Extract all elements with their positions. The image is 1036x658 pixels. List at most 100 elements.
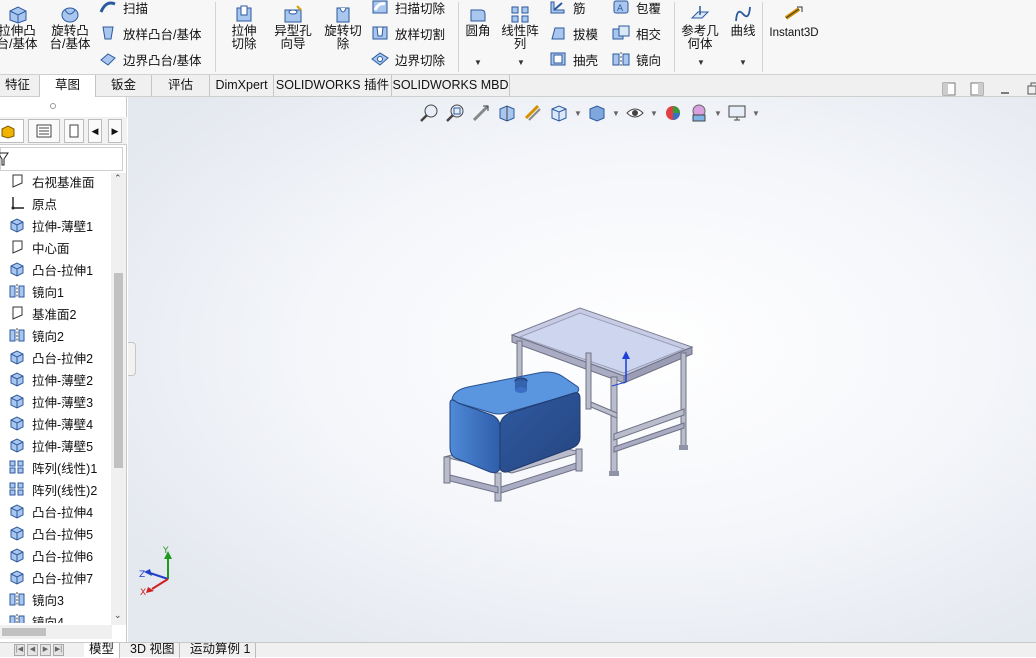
tree-item-label: 阵列(线性)2: [32, 483, 98, 498]
tree-item[interactable]: 拉伸-薄壁1: [8, 214, 93, 236]
tree-item[interactable]: 镜向2: [8, 324, 64, 346]
rib-button[interactable]: 筋: [548, 0, 586, 17]
sweep-button[interactable]: 扫描: [98, 0, 148, 17]
ref-geometry-dropdown-icon[interactable]: ▼: [697, 58, 705, 67]
tree-item[interactable]: 拉伸-薄壁5: [8, 434, 93, 456]
revolve-boss-button[interactable]: 旋转凸台/基体: [46, 4, 94, 51]
shell-label: 抽壳: [573, 53, 599, 68]
tree-scroll-thumb[interactable]: [114, 273, 123, 468]
fillet-dropdown-icon[interactable]: ▼: [474, 58, 482, 67]
panel-splitter-handle[interactable]: [50, 103, 56, 109]
tree-item[interactable]: 拉伸-薄壁3: [8, 390, 93, 412]
instant3d-button[interactable]: Instant3D: [766, 4, 822, 40]
linear-pattern-label: 线性阵列: [501, 24, 539, 51]
tree-item[interactable]: 阵列(线性)2: [8, 478, 97, 500]
tab-sheet-metal[interactable]: 钣金: [96, 75, 152, 97]
panel-tab-scroll-left[interactable]: ◀: [88, 119, 102, 143]
pattern-dropdown-icon[interactable]: ▼: [517, 58, 525, 67]
chevron-right-icon: ▶: [111, 125, 119, 136]
hole-wizard-label: 异型孔向导: [274, 24, 312, 51]
tab-property-manager[interactable]: [28, 119, 60, 143]
tab-solidworks-mbd[interactable]: SOLIDWORKS MBD: [392, 75, 510, 97]
draft-button[interactable]: 拔模: [548, 23, 598, 43]
tree-item[interactable]: 镜向1: [8, 280, 64, 302]
tile-right-button[interactable]: [968, 81, 986, 97]
pattern-icon: [8, 459, 26, 475]
tab-model[interactable]: 模型: [84, 643, 121, 658]
tab-features[interactable]: 特征: [0, 75, 40, 97]
last-tab-button[interactable]: ▶|: [53, 644, 64, 656]
tree-item[interactable]: 凸台-拉伸6: [8, 544, 93, 566]
curves-button[interactable]: 曲线: [726, 4, 760, 38]
property-manager-icon: [36, 124, 52, 138]
tree-item[interactable]: 镜向4: [8, 610, 64, 623]
wrap-button[interactable]: A 包覆: [611, 0, 661, 17]
extrude-boss-button[interactable]: 拉伸凸台/基体: [0, 4, 40, 51]
tree-item-label: 镜向3: [32, 593, 64, 608]
loft-boss-label: 放样凸台/基体: [123, 27, 202, 42]
tile-left-button[interactable]: [940, 81, 958, 97]
intersect-button[interactable]: 相交: [611, 23, 661, 43]
tree-item[interactable]: 凸台-拉伸4: [8, 500, 93, 522]
first-tab-button[interactable]: |◀: [14, 644, 25, 656]
tree-filter-row[interactable]: [0, 147, 123, 171]
tree-item[interactable]: 凸台-拉伸1: [8, 258, 93, 280]
hole-wizard-button[interactable]: 异型孔向导: [270, 4, 316, 51]
boundary-cut-button[interactable]: 边界切除: [370, 49, 445, 69]
mirror-button[interactable]: 镜向: [611, 49, 661, 69]
tree-item-label: 凸台-拉伸6: [32, 549, 94, 564]
tree-item[interactable]: 中心面: [8, 236, 70, 258]
linear-pattern-button[interactable]: 线性阵列: [498, 4, 542, 51]
tree-horizontal-scrollbar[interactable]: [0, 625, 112, 639]
sweep-cut-button[interactable]: 扫描切除: [370, 0, 445, 17]
revolve-cut-button[interactable]: 旋转切除: [320, 4, 366, 51]
tree-item-label: 拉伸-薄壁5: [32, 439, 94, 454]
loft-cut-label: 放样切割: [395, 27, 446, 42]
tree-vertical-scrollbar[interactable]: ⌃ ⌄: [111, 173, 126, 625]
boundary-boss-button[interactable]: 边界凸台/基体: [98, 49, 201, 69]
tree-item-label: 镜向4: [32, 615, 64, 624]
next-tab-button[interactable]: ▶: [40, 644, 51, 656]
scroll-up-icon[interactable]: ⌃: [114, 173, 122, 184]
tab-solidworks-addins[interactable]: SOLIDWORKS 插件: [274, 75, 392, 97]
prev-tab-button[interactable]: ◀: [27, 644, 38, 656]
loft-cut-button[interactable]: 放样切割: [370, 23, 445, 43]
revolve-boss-label: 旋转凸台/基体: [49, 24, 91, 51]
tree-item[interactable]: 拉伸-薄壁4: [8, 412, 93, 434]
tab-configuration-manager[interactable]: [64, 119, 84, 143]
boundary-boss-label: 边界凸台/基体: [123, 53, 202, 68]
feature-icon: [8, 261, 26, 277]
loft-boss-button[interactable]: 放样凸台/基体: [98, 23, 201, 43]
tab-motion-study-1[interactable]: 运动算例 1: [185, 643, 257, 658]
shell-button[interactable]: 抽壳: [548, 49, 598, 69]
tree-item[interactable]: 拉伸-薄壁2: [8, 368, 93, 390]
tab-evaluate[interactable]: 评估: [152, 75, 210, 97]
minimize-button[interactable]: [996, 81, 1014, 97]
reference-geometry-icon: [690, 6, 710, 19]
tree-item[interactable]: 凸台-拉伸2: [8, 346, 93, 368]
panel-tab-scroll-right[interactable]: ▶: [108, 119, 122, 143]
3d-model-view[interactable]: Y Z X: [128, 97, 1036, 642]
orientation-triad: Y Z X: [139, 546, 172, 598]
tab-3d-views[interactable]: 3D 视图: [125, 643, 181, 658]
fillet-button[interactable]: 圆角: [462, 4, 494, 38]
reference-geometry-button[interactable]: 参考几何体: [678, 4, 722, 51]
curves-dropdown-icon[interactable]: ▼: [739, 58, 747, 67]
tree-item[interactable]: 凸台-拉伸5: [8, 522, 93, 544]
restore-button[interactable]: [1024, 81, 1036, 97]
tree-item[interactable]: 镜向3: [8, 588, 64, 610]
minimize-icon: [1001, 92, 1009, 94]
tree-item[interactable]: 原点: [8, 192, 57, 214]
tab-sketch[interactable]: 草图: [40, 75, 96, 97]
tree-item[interactable]: 右视基准面: [8, 173, 95, 192]
tab-feature-manager[interactable]: [0, 119, 24, 143]
extrude-cut-button[interactable]: 拉伸切除: [222, 4, 266, 51]
tree-hscroll-thumb[interactable]: [2, 628, 46, 636]
scroll-down-icon[interactable]: ⌄: [114, 610, 122, 621]
extrude-boss-label: 拉伸凸台/基体: [0, 24, 38, 51]
tab-dimxpert[interactable]: DimXpert: [210, 75, 274, 97]
tree-item[interactable]: 凸台-拉伸7: [8, 566, 93, 588]
tree-item[interactable]: 基准面2: [8, 302, 76, 324]
graphics-area[interactable]: ▼ ▼ ▼ ▼ ▼ Y Z X: [128, 97, 1036, 642]
tree-item[interactable]: 阵列(线性)1: [8, 456, 97, 478]
